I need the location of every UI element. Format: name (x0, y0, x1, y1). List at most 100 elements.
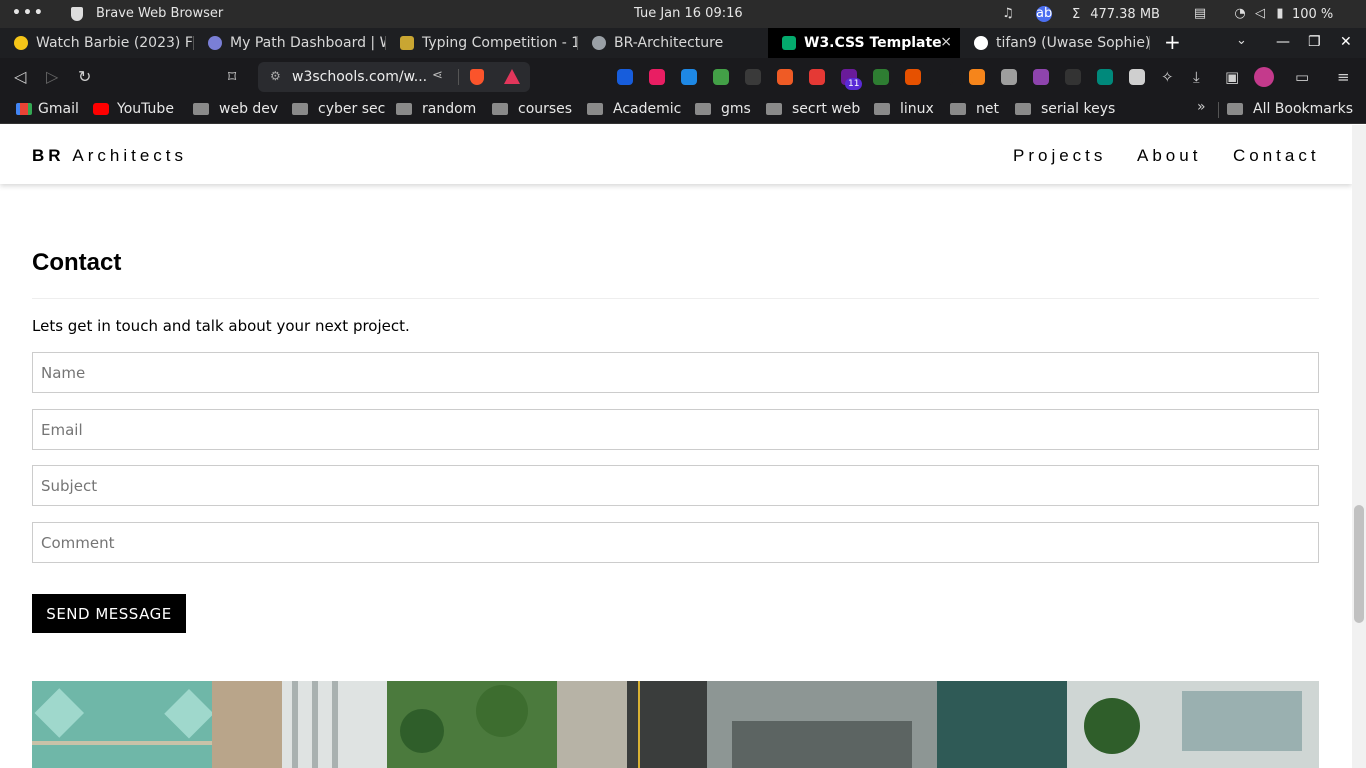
app-menu-label[interactable]: Brave Web Browser (96, 6, 223, 21)
bookmark-folder-cyber-sec[interactable]: cyber sec (292, 101, 385, 117)
clipboard-icon[interactable]: ▤ (1192, 6, 1208, 22)
tab-label: W3.CSS Template (804, 35, 942, 51)
tab-br-architecture[interactable]: BR-Architecture (578, 28, 768, 58)
tab-strip: Watch Barbie (2023) Fu My Path Dashboard… (0, 28, 1366, 58)
bitwarden-icon[interactable] (617, 69, 633, 85)
page-viewport: BR Architects Projects About Contact Con… (0, 125, 1352, 768)
tab-my-path[interactable]: My Path Dashboard | W (194, 28, 386, 58)
bookmark-youtube[interactable]: YouTube (93, 101, 174, 117)
back-button[interactable]: ◁ (14, 67, 26, 87)
grid-app-icon[interactable] (649, 69, 665, 85)
m-ext-icon[interactable] (1097, 69, 1113, 85)
bookmark-gmail[interactable]: Gmail (16, 101, 79, 117)
section-divider (32, 298, 1319, 299)
bookmark-label: gms (721, 101, 751, 117)
json-icon[interactable] (745, 69, 761, 85)
bookmark-folder-linux[interactable]: linux (874, 101, 934, 117)
tab-close-icon[interactable]: × (940, 34, 952, 50)
ext-orange-icon[interactable] (905, 69, 921, 85)
bookmark-folder-net[interactable]: net (950, 101, 999, 117)
user-avatar-icon[interactable]: ab (1036, 6, 1052, 22)
all-bookmarks-button[interactable]: All Bookmarks (1227, 101, 1353, 117)
system-clock[interactable]: Tue Jan 16 09:16 (634, 6, 743, 21)
bookmark-label: secrt web (792, 101, 861, 117)
bookmark-folder-serial-keys[interactable]: serial keys (1015, 101, 1115, 117)
trophy-icon (400, 36, 414, 50)
comment-field[interactable] (32, 522, 1319, 563)
ext-colorful-icon[interactable] (713, 69, 729, 85)
w3-icon (782, 36, 796, 50)
reload-button[interactable]: ↻ (78, 67, 91, 87)
site-info-icon[interactable]: ⚙ (270, 69, 281, 83)
bookmark-folder-random[interactable]: random (396, 101, 476, 117)
nav-link-about[interactable]: About (1137, 146, 1201, 166)
scrollbar-thumb[interactable] (1354, 505, 1364, 623)
tab-w3css-template[interactable]: W3.CSS Template × (768, 28, 960, 58)
new-tab-button[interactable]: + (1164, 32, 1181, 52)
tab-list-chevron-icon[interactable]: ⌄ (1236, 33, 1247, 48)
gradient-ext-icon[interactable] (1033, 69, 1049, 85)
bookmark-label: courses (518, 101, 573, 117)
address-bar[interactable]: ⚙ w3schools.com/w... ⋖ (258, 62, 530, 92)
bookmark-folder-courses[interactable]: courses (492, 101, 572, 117)
bookmark-label: All Bookmarks (1253, 101, 1354, 117)
share-icon[interactable]: ⋖ (432, 68, 443, 83)
dots-ext-icon[interactable] (1001, 69, 1017, 85)
wallet-icon[interactable]: ▭ (1295, 69, 1309, 85)
dark-ext-icon[interactable] (1065, 69, 1081, 85)
tab-label: Watch Barbie (2023) Fu (36, 35, 194, 51)
bookmark-label: web dev (219, 101, 279, 117)
send-message-button[interactable]: SEND MESSAGE (32, 594, 186, 633)
music-note-icon[interactable]: ♫ (1000, 6, 1016, 22)
folder-icon (396, 103, 412, 115)
bookmark-label: Academic (613, 101, 682, 117)
white-ext-icon[interactable] (1129, 69, 1145, 85)
extensions-puzzle-icon[interactable]: ✧ (1161, 69, 1174, 85)
activities-dots-icon[interactable]: ••• (12, 5, 45, 21)
maximize-button[interactable]: ❐ (1308, 34, 1321, 50)
site-brand[interactable]: BR Architects (32, 146, 187, 166)
battery-icon[interactable]: ▮ (1272, 6, 1288, 22)
bookmarks-bar: Gmail YouTube web dev cyber sec random c… (0, 96, 1366, 124)
brave-shields-icon[interactable] (470, 69, 484, 85)
url-text[interactable]: w3schools.com/w... (292, 69, 427, 85)
wifi-icon[interactable]: ◔ (1232, 6, 1248, 22)
translate-icon[interactable] (777, 69, 793, 85)
volume-muted-icon[interactable]: ◁ (1252, 6, 1268, 22)
bookmark-label: YouTube (117, 101, 174, 117)
bookmark-folder-gms[interactable]: gms (695, 101, 751, 117)
profile-avatar[interactable] (1254, 67, 1274, 87)
bookmark-page-button[interactable]: ⌑ (228, 67, 236, 87)
tab-typing-competition[interactable]: Typing Competition - 1 (386, 28, 578, 58)
email-field[interactable] (32, 409, 1319, 450)
brave-logo-icon (71, 7, 83, 21)
mute-tab-icon[interactable] (937, 69, 953, 85)
close-window-button[interactable]: ✕ (1340, 34, 1352, 50)
bookmark-folder-web-dev[interactable]: web dev (193, 101, 278, 117)
name-field[interactable] (32, 352, 1319, 393)
robot-icon[interactable] (873, 69, 889, 85)
menu-hamburger-icon[interactable]: ≡ (1337, 69, 1350, 85)
bookmark-label: linux (900, 101, 934, 117)
bookmarks-overflow-button[interactable]: » (1197, 99, 1206, 115)
brave-rewards-icon[interactable] (504, 69, 520, 84)
nav-link-contact[interactable]: Contact (1233, 146, 1320, 166)
folder-icon (292, 103, 308, 115)
minimize-button[interactable]: — (1276, 34, 1290, 50)
bookmark-folder-secrt-web[interactable]: secrt web (766, 101, 860, 117)
tab-barbie[interactable]: Watch Barbie (2023) Fu (0, 28, 194, 58)
subject-field[interactable] (32, 465, 1319, 506)
media-icon[interactable] (809, 69, 825, 85)
system-tray[interactable]: ♫ ab Σ 477.38 MB ▤ ◔ ◁ ▮ 100 % (1000, 5, 1333, 23)
page-scrollbar[interactable] (1352, 125, 1366, 768)
system-top-bar: ••• Brave Web Browser Tue Jan 16 09:16 ♫… (0, 0, 1366, 28)
bookmark-folder-academic[interactable]: Academic (587, 101, 681, 117)
tab-label: My Path Dashboard | W (230, 35, 386, 51)
downloads-icon[interactable]: ⤓ (1193, 69, 1200, 85)
fi-icon[interactable] (681, 69, 697, 85)
metamask-icon[interactable] (969, 69, 985, 85)
tab-github-tifan9[interactable]: tifan9 (Uwase Sophie) (960, 28, 1150, 58)
nav-link-projects[interactable]: Projects (1013, 146, 1106, 166)
forward-button[interactable]: ▷ (46, 67, 58, 87)
sidebar-toggle-icon[interactable]: ▣ (1225, 69, 1239, 85)
